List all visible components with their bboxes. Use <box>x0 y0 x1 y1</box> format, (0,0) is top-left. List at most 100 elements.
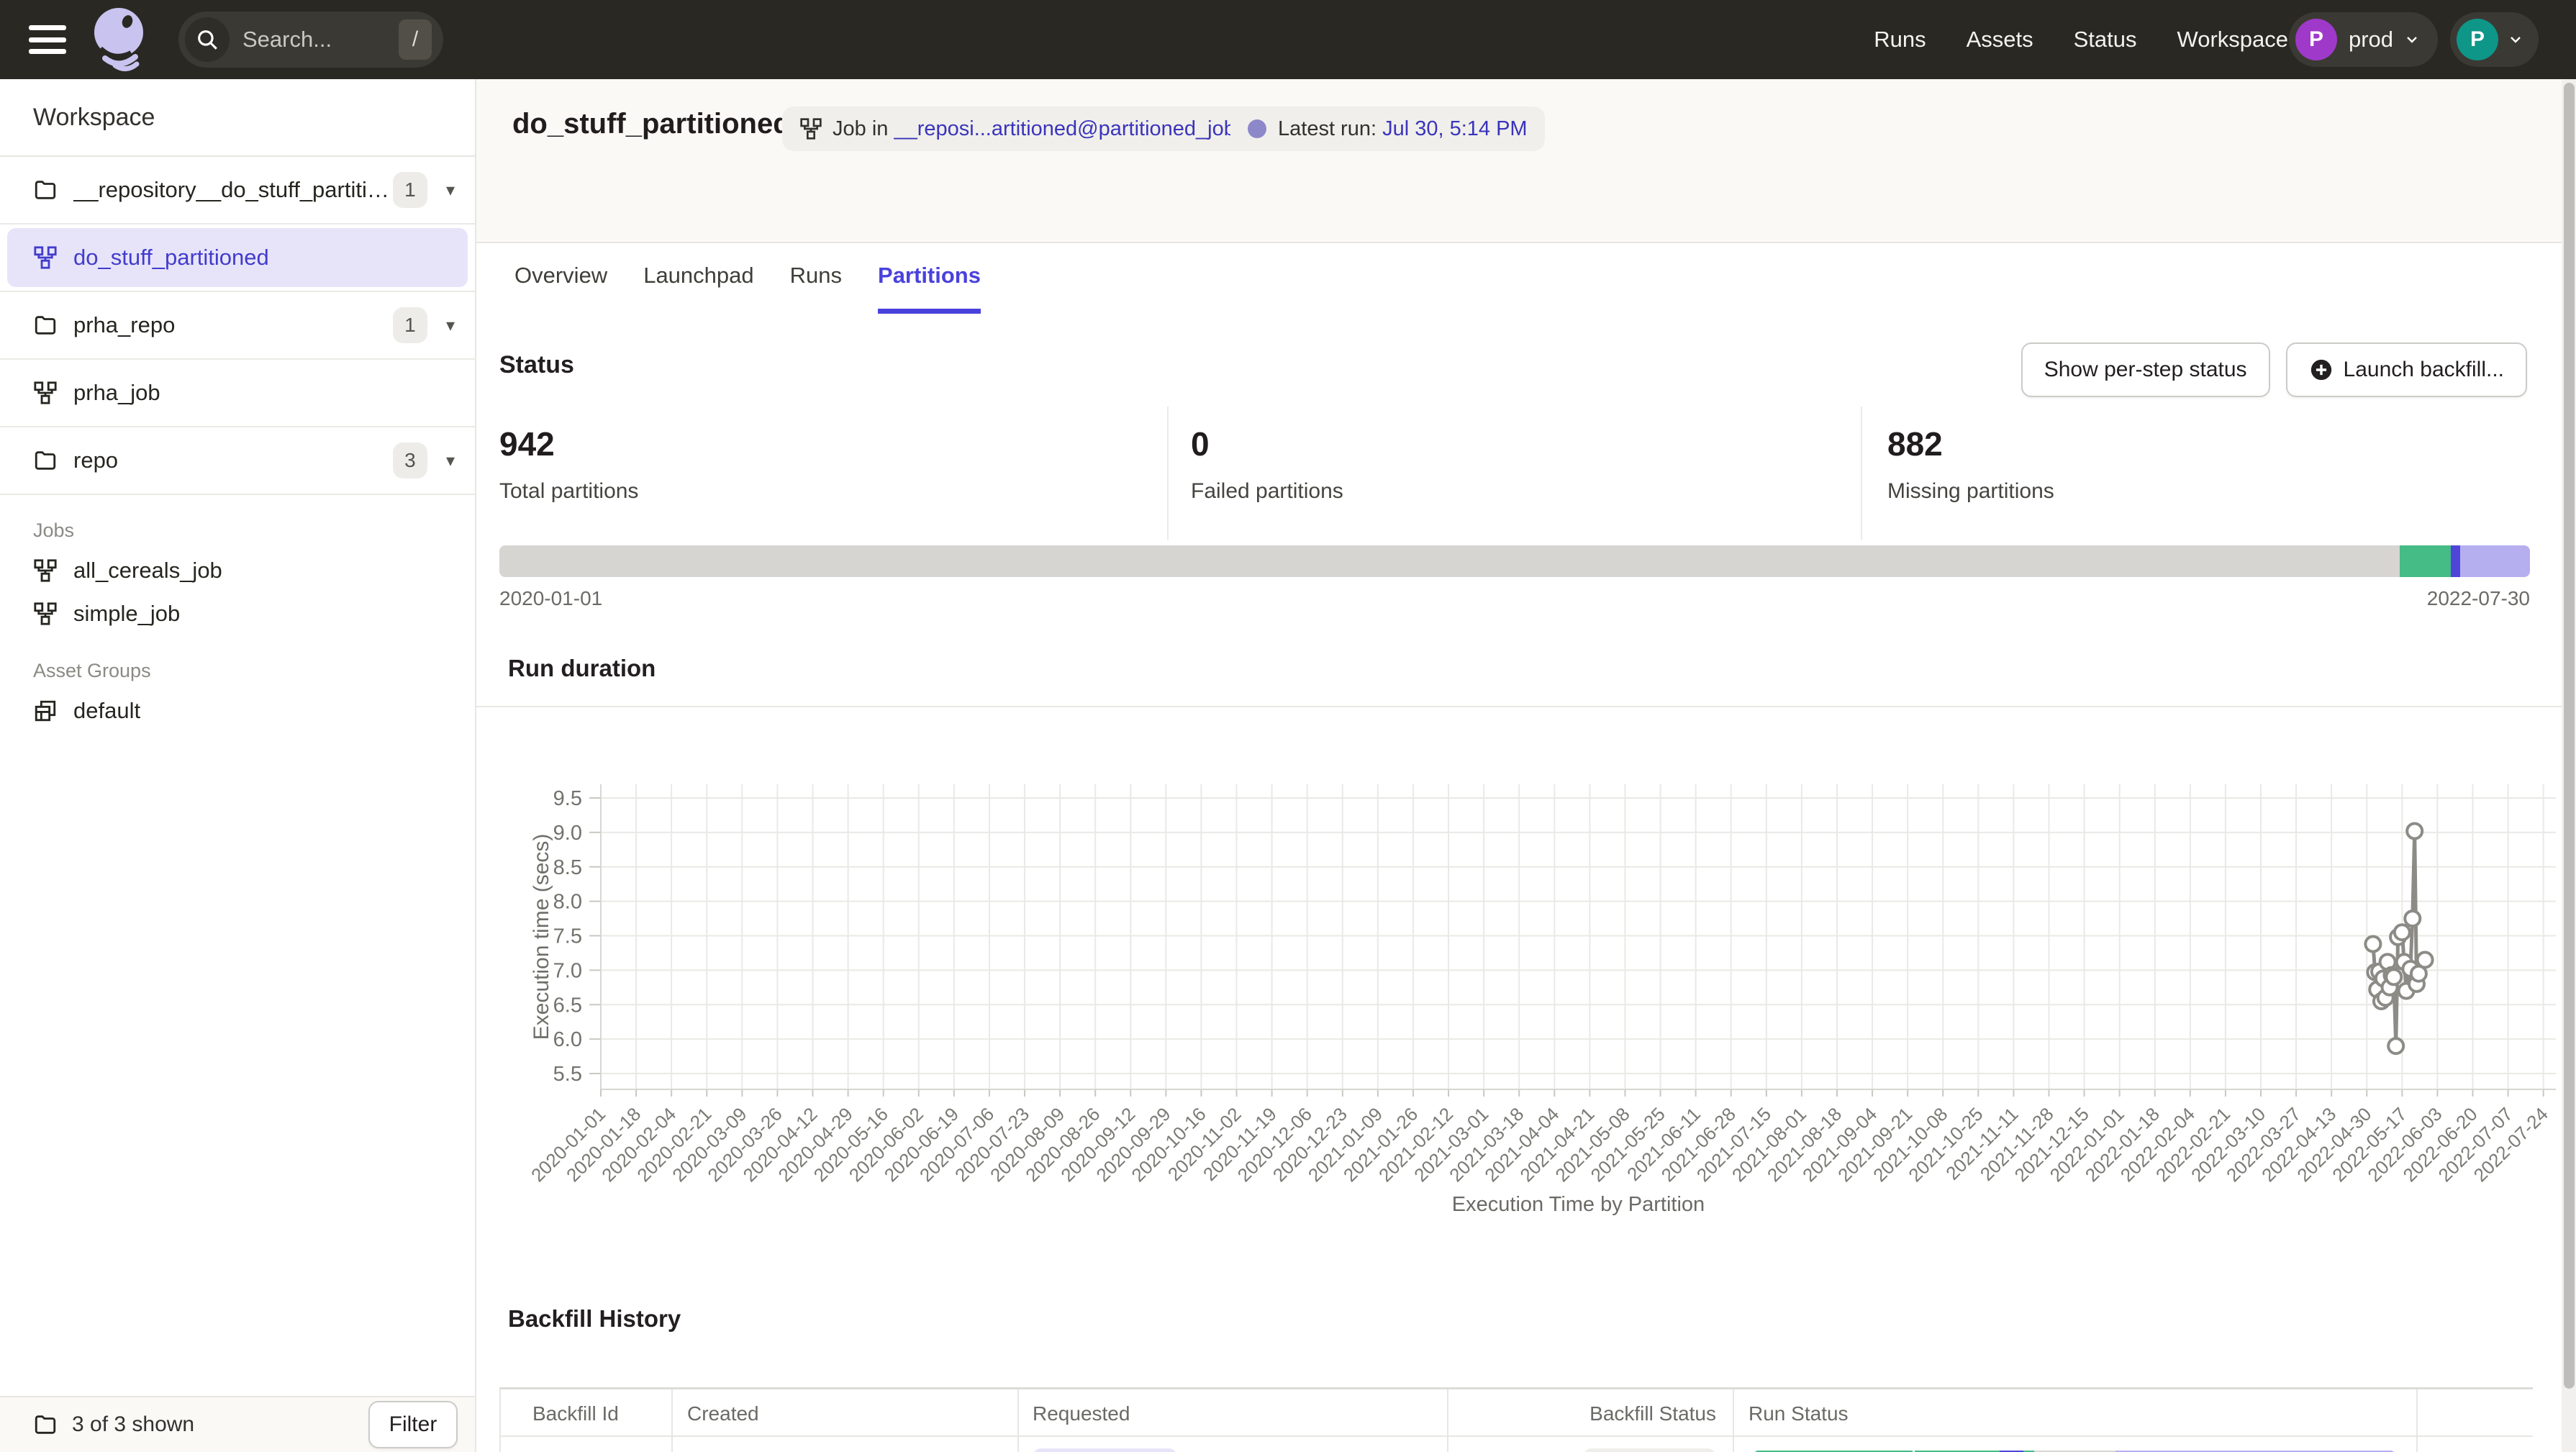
partition-end-date: 2022-07-30 <box>2427 587 2530 610</box>
run-duration-chart[interactable]: 9.59.08.58.07.57.06.56.05.52020-01-01202… <box>476 707 2562 1297</box>
search-placeholder: Search... <box>242 27 399 53</box>
repo-label: prha_repo <box>73 312 393 338</box>
svg-text:8.0: 8.0 <box>553 891 582 914</box>
search-shortcut-key: / <box>399 19 432 60</box>
col-backfill-status: Backfill Status <box>1447 1402 1716 1425</box>
requested-cell: 60 partitions <box>1033 1448 1177 1452</box>
stat-failed-partitions: 0 Failed partitions <box>1191 425 1343 504</box>
backfill-status-tag: Incomplete <box>1583 1448 1716 1452</box>
caret-down-icon[interactable]: ▾ <box>446 450 455 471</box>
shown-count-label: 3 of 3 shown <box>72 1412 368 1437</box>
caret-down-icon[interactable]: ▾ <box>446 315 455 336</box>
sidebar-job-item[interactable]: simple_job <box>33 592 475 635</box>
col-backfill-id: Backfill Id <box>532 1402 619 1425</box>
bar-segment-success <box>2400 545 2451 577</box>
backfill-history-title: Backfill History <box>508 1305 681 1333</box>
job-tag-link[interactable]: __reposi...artitioned@partitioned_job <box>894 117 1235 141</box>
job-label: do_stuff_partitioned <box>73 245 468 271</box>
svg-text:Execution time (secs): Execution time (secs) <box>530 834 553 1040</box>
sidebar-job-item[interactable]: all_cereals_job <box>33 549 475 592</box>
asset-groups-section: Asset Groups default <box>0 635 475 732</box>
partition-start-date: 2020-01-01 <box>499 587 602 610</box>
repo-count-badge: 1 <box>393 307 427 343</box>
svg-text:9.0: 9.0 <box>553 822 582 845</box>
tab-runs[interactable]: Runs <box>790 263 842 314</box>
status-section-title: Status <box>499 351 574 379</box>
repo-label: repo <box>73 448 393 473</box>
sidebar-repo-row[interactable]: __repository__do_stuff_partitio... 1 ▾ <box>0 157 475 224</box>
nav-assets[interactable]: Assets <box>1967 27 2033 53</box>
job-tabs: Overview Launchpad Runs Partitions <box>514 263 981 314</box>
column-divider <box>671 1389 673 1452</box>
folder-icon <box>33 313 58 337</box>
deployment-switcher[interactable]: P prod <box>2289 12 2438 67</box>
bar-segment-queued <box>2460 545 2530 577</box>
tab-partitions[interactable]: Partitions <box>878 263 981 314</box>
caret-down-icon[interactable]: ▾ <box>446 180 455 201</box>
requested-partitions-tag[interactable]: 60 partitions <box>1033 1448 1177 1452</box>
backfill-history-table: Backfill Id Created Requested Backfill S… <box>499 1387 2533 1452</box>
page-title: do_stuff_partitioned <box>512 108 791 140</box>
tab-launchpad[interactable]: Launchpad <box>643 263 753 314</box>
col-requested: Requested <box>1033 1402 1130 1425</box>
dagster-logo-icon[interactable] <box>86 4 151 76</box>
workspace-sidebar: Workspace __repository__do_stuff_partiti… <box>0 79 476 1452</box>
stat-total-partitions: 942 Total partitions <box>499 425 638 504</box>
page-scrollbar[interactable] <box>2562 79 2576 1452</box>
latest-run-label: Latest run: <box>1278 117 1377 141</box>
job-header: do_stuff_partitioned Job in __reposi...a… <box>476 79 2562 243</box>
sidebar-repo-row[interactable]: repo 3 ▾ <box>0 427 475 495</box>
asset-group-icon <box>33 699 58 723</box>
stats-divider <box>1167 407 1169 540</box>
column-divider <box>1017 1389 1019 1452</box>
asset-group-label: default <box>73 698 140 724</box>
repo-label: __repository__do_stuff_partitio... <box>73 177 393 203</box>
job-label: prha_job <box>73 380 455 406</box>
svg-text:9.5: 9.5 <box>553 787 582 810</box>
filter-button[interactable]: Filter <box>368 1401 458 1448</box>
latest-run-link[interactable]: Jul 30, 5:14 PM <box>1382 117 1528 141</box>
nav-status[interactable]: Status <box>2074 27 2137 53</box>
run-duration-title: Run duration <box>508 655 656 682</box>
bar-segment-missing <box>499 545 2400 577</box>
top-nav-links: Runs Assets Status Workspace <box>1874 0 2288 79</box>
run-status-dot-icon <box>1248 119 1266 138</box>
col-run-status: Run Status <box>1749 1402 1849 1425</box>
user-avatar: P <box>2457 19 2498 60</box>
hamburger-menu-icon[interactable] <box>29 25 66 54</box>
search-icon <box>185 17 230 62</box>
bar-segment-in-progress <box>2451 545 2460 577</box>
sidebar-job-row[interactable]: prha_job <box>0 360 475 427</box>
stat-missing-partitions: 882 Missing partitions <box>1887 425 2054 504</box>
sidebar-title: Workspace <box>0 79 475 157</box>
dagster-app: Search... / Runs Assets Status Workspace… <box>0 0 2576 1452</box>
svg-text:8.5: 8.5 <box>553 856 582 879</box>
backfill-status-cell: Incomplete <box>1447 1448 1716 1452</box>
search-input[interactable]: Search... / <box>178 12 443 68</box>
folder-icon <box>33 448 58 473</box>
jobs-section-label: Jobs <box>33 519 475 542</box>
column-divider <box>2416 1389 2418 1452</box>
user-menu[interactable]: P <box>2450 12 2539 67</box>
status-actions: Show per-step status Launch backfill... <box>2021 342 2527 397</box>
chevron-down-icon <box>2507 31 2524 48</box>
chevron-down-icon <box>2403 31 2421 48</box>
nav-runs[interactable]: Runs <box>1874 27 1926 53</box>
plus-circle-icon <box>2309 358 2334 382</box>
show-per-step-status-button[interactable]: Show per-step status <box>2021 342 2270 397</box>
tab-overview[interactable]: Overview <box>514 263 607 314</box>
partition-status-bar[interactable] <box>499 545 2530 577</box>
job-origin-tag: Job in __reposi...artitioned@partitioned… <box>782 106 1287 151</box>
folder-icon <box>33 1412 58 1437</box>
nav-workspace[interactable]: Workspace <box>2177 27 2289 53</box>
job-icon <box>33 602 58 626</box>
sidebar-asset-group-item[interactable]: default <box>33 689 475 732</box>
column-divider <box>1733 1389 1734 1452</box>
sidebar-repo-row[interactable]: prha_repo 1 ▾ <box>0 292 475 360</box>
launch-backfill-button[interactable]: Launch backfill... <box>2286 342 2527 397</box>
deployment-avatar: P <box>2295 19 2337 60</box>
scrollbar-thumb[interactable] <box>2564 83 2575 1389</box>
svg-text:7.5: 7.5 <box>553 925 582 948</box>
sidebar-job-row-selected[interactable]: do_stuff_partitioned <box>0 224 475 292</box>
svg-text:6.0: 6.0 <box>553 1028 582 1051</box>
